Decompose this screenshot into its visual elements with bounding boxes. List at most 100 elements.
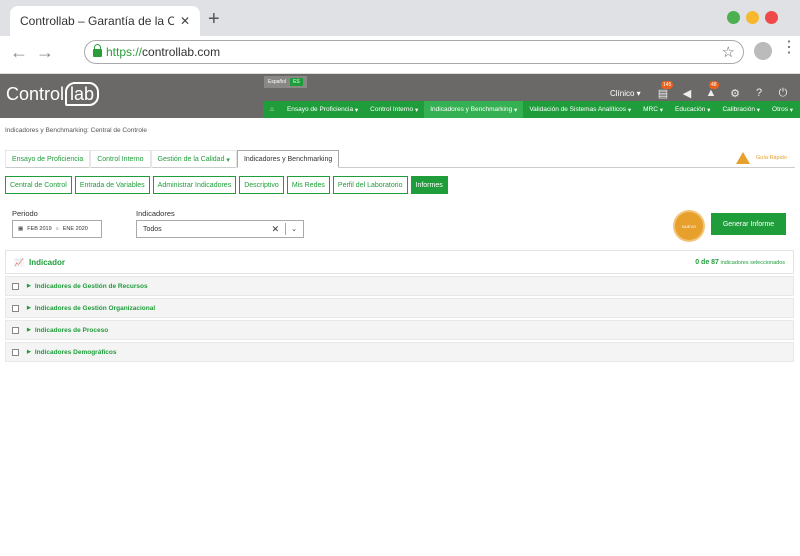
nav-item-ensayo[interactable]: Ensayo de Proficiencia ▾ (281, 101, 364, 118)
tab-ensayo[interactable]: Ensayo de Proficiencia (5, 150, 91, 168)
group-checkbox[interactable] (12, 282, 19, 290)
caret-right-icon[interactable]: ▶ (27, 283, 31, 289)
quick-guide-label: Guía Rápido (756, 155, 787, 161)
clear-icon[interactable]: ✕ (272, 224, 280, 235)
profile-selector[interactable]: Clínico ▾ (610, 89, 641, 98)
tab-indicadores[interactable]: Indicadores y Benchmarking (236, 150, 340, 168)
period-from: FEB 2019 (27, 226, 52, 232)
calendar-small-icon: ▦ (18, 226, 24, 232)
alert-icon[interactable]: ▲ 48 (704, 81, 719, 100)
nav-label: Otros (772, 106, 788, 113)
new-tab-icon[interactable]: + (208, 9, 220, 29)
browser-tab-title: Controllab – Garantía de la Cali (20, 14, 174, 28)
subtab-informes[interactable]: Informes (410, 176, 448, 194)
url-scheme: https:// (106, 45, 143, 59)
group-row[interactable]: ▶ Indicadores de Gestión de Recursos (5, 276, 794, 296)
nav-item-calibracion[interactable]: Calibración ▾ (716, 101, 766, 118)
calendar-icon[interactable]: ▤ 145 (656, 81, 674, 100)
subtab-entrada[interactable]: Entrada de Variables (74, 176, 150, 194)
bookmark-star-icon[interactable]: ☆ (722, 43, 735, 61)
back-arrow-icon[interactable]: ← (10, 42, 28, 63)
selected-count: 0 de 87 indicadores seleccionados (695, 259, 785, 266)
subtab-descriptivo[interactable]: Descriptivo (239, 176, 284, 194)
url-host: controllab.com (142, 45, 221, 59)
header-icons: ▤ 145 ◀ ▲ 48 ⚙ ? ⏻ (656, 81, 790, 100)
alert-badge: 48 (709, 81, 719, 89)
sub-tabs: Central de Control Entrada de Variables … (5, 176, 448, 194)
group-row[interactable]: ▶ Indicadores de Gestión Organizacional (5, 298, 794, 318)
nav-item-indicadores[interactable]: Indicadores y Benchmarking ▾ (424, 101, 524, 118)
nav-item-otros[interactable]: Otros ▾ (766, 101, 799, 118)
nav-item-mrc[interactable]: MRC ▾ (637, 101, 669, 118)
generate-report-button[interactable]: Generar Informe (711, 213, 786, 235)
group-checkbox[interactable] (12, 326, 19, 334)
warning-icon (736, 152, 750, 164)
chevron-down-icon[interactable]: ⌄ (291, 225, 297, 233)
minimize-dot-icon[interactable] (746, 11, 759, 24)
indicators-label: Indicadores (136, 209, 175, 218)
period-sep: a (55, 226, 59, 232)
close-tab-icon[interactable]: ✕ (180, 14, 190, 28)
nav-label: Indicadores y Benchmarking (430, 106, 513, 113)
profile-label: Clínico (610, 89, 635, 98)
power-icon[interactable]: ⏻ (776, 86, 790, 100)
caret-right-icon[interactable]: ▶ (27, 327, 31, 333)
group-row[interactable]: ▶ Indicadores Demográficos (5, 342, 794, 362)
megaphone-icon[interactable]: ◀ (680, 86, 694, 100)
subtab-central[interactable]: Central de Control (5, 176, 72, 194)
close-window-dot-icon[interactable] (765, 11, 778, 24)
count-number: 0 de 87 (695, 258, 719, 266)
gear-icon[interactable]: ⚙ (728, 86, 742, 100)
lock-icon (93, 44, 102, 57)
group-label: Indicadores de Gestión de Recursos (34, 282, 148, 290)
group-checkbox[interactable] (12, 348, 19, 356)
indicators-select[interactable]: Todos ✕ ⌄ (136, 220, 304, 238)
caret-right-icon[interactable]: ▶ (27, 305, 31, 311)
chart-line-icon: 📈 (14, 257, 24, 267)
help-icon[interactable]: ? (752, 86, 766, 100)
nav-label: Ensayo de Proficiencia (286, 106, 354, 113)
quick-guide-link[interactable]: Guía Rápido (736, 152, 787, 164)
nav-label: Validación de Sistemas Analíticos (529, 106, 627, 113)
nav-item-control-interno[interactable]: Control Interno ▾ (364, 101, 424, 118)
language-selector[interactable]: Español ES (264, 76, 307, 88)
group-checkbox[interactable] (12, 304, 19, 312)
period-picker[interactable]: ▦ FEB 2019 a ENE 2020 (12, 220, 102, 238)
language-code: ES (290, 78, 303, 86)
nav-label: Control Interno (370, 106, 414, 113)
caret-right-icon[interactable]: ▶ (27, 349, 31, 355)
new-seal-icon: NUEVO (675, 212, 703, 240)
profile-avatar-icon[interactable] (754, 42, 772, 60)
group-label: Indicadores de Proceso (34, 326, 109, 334)
maximize-dot-icon[interactable] (727, 11, 740, 24)
select-divider (285, 223, 287, 235)
section-tabs: Ensayo de Proficiencia Control Interno G… (5, 150, 795, 168)
url-field[interactable]: https:// controllab.com ☆ (84, 40, 744, 64)
period-to: ENE 2020 (62, 226, 88, 232)
indicator-title-text: Indicador (28, 257, 65, 267)
forward-arrow-icon[interactable]: → (36, 42, 54, 63)
tab-control-interno[interactable]: Control Interno (90, 150, 151, 168)
nav-label: Calibración (722, 106, 755, 113)
subtab-administrar[interactable]: Administrar Indicadores (152, 176, 237, 194)
breadcrumb: Indicadores y Benchmarking: Central de C… (5, 127, 147, 134)
browser-tabstrip: Controllab – Garantía de la Cali ✕ + (0, 0, 800, 36)
main-nav: ⌂ Ensayo de Proficiencia ▾ Control Inter… (263, 101, 800, 118)
controllab-logo[interactable]: Control lab (6, 82, 100, 106)
browser-menu-icon[interactable]: ⋮ (781, 40, 797, 56)
tab-label: Gestión de la Calidad (157, 156, 225, 163)
nav-item-validacion[interactable]: Validación de Sistemas Analíticos ▾ (523, 101, 637, 118)
nav-label: MRC (643, 106, 658, 113)
address-bar-row: ← → https:// controllab.com ☆ ⋮ (0, 36, 800, 74)
tab-gestion-calidad[interactable]: Gestión de la Calidad ▾ (150, 150, 237, 168)
subtab-mis-redes[interactable]: Mis Redes (286, 176, 330, 194)
subtab-perfil[interactable]: Perfil del Laboratorio (332, 176, 408, 194)
browser-tab[interactable]: Controllab – Garantía de la Cali ✕ (10, 6, 200, 36)
language-label: Español (268, 79, 287, 85)
group-row[interactable]: ▶ Indicadores de Proceso (5, 320, 794, 340)
home-icon[interactable]: ⌂ (263, 101, 281, 118)
logo-lab: lab (65, 82, 100, 106)
period-label: Periodo (12, 209, 38, 218)
nav-item-educacion[interactable]: Educación ▾ (669, 101, 716, 118)
group-label: Indicadores de Gestión Organizacional (34, 304, 156, 312)
